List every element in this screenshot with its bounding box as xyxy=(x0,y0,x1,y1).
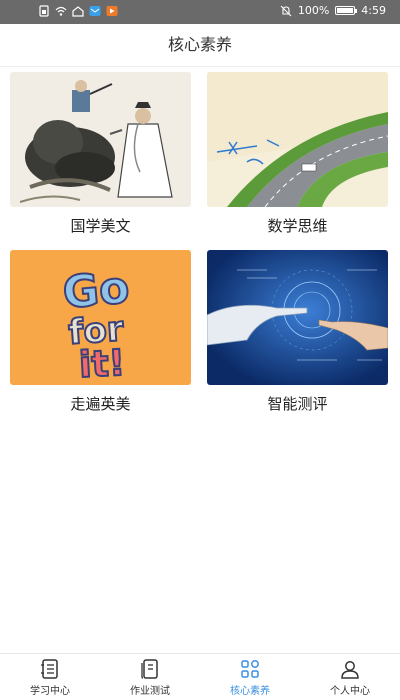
nav-profile[interactable]: 个人中心 xyxy=(300,654,400,700)
bottom-navigation: 学习中心 作业测试 核心素养 个人中心 xyxy=(0,653,400,700)
profile-icon xyxy=(341,660,359,679)
header: 核心素养 xyxy=(0,24,400,67)
nav-study-center[interactable]: 学习中心 xyxy=(0,654,100,700)
nav-core-literacy[interactable]: 核心素养 xyxy=(200,654,300,700)
mute-icon xyxy=(280,5,292,16)
homework-test-icon xyxy=(141,658,158,679)
card-label: 数学思维 xyxy=(267,217,328,235)
robot-human-hands-image xyxy=(207,250,388,385)
app-icon xyxy=(72,6,84,17)
status-icons-left xyxy=(38,5,118,17)
video-icon xyxy=(106,6,118,16)
wifi-icon xyxy=(55,6,67,16)
highway-math-image xyxy=(207,72,388,207)
nav-label: 学习中心 xyxy=(30,685,70,697)
status-bar: 100% 4:59 xyxy=(0,0,400,24)
it-text: it! xyxy=(78,343,126,385)
card-zoubian-yingmei[interactable]: Go for it! 走遍英美 xyxy=(10,250,191,415)
card-label: 国学美文 xyxy=(70,217,131,235)
go-for-it-image: Go for it! xyxy=(10,250,191,385)
nav-label: 核心素养 xyxy=(230,685,270,697)
card-zhineng-ceping[interactable]: 智能测评 xyxy=(207,250,388,415)
page-title: 核心素养 xyxy=(167,35,232,54)
status-icons-right: 100% 4:59 xyxy=(280,4,386,17)
card-guoxue-meiwen[interactable]: 国学美文 xyxy=(10,72,191,237)
mail-icon xyxy=(89,6,101,16)
ink-painting-image xyxy=(10,72,191,207)
battery-percent: 100% xyxy=(297,4,330,17)
core-literacy-icon xyxy=(241,659,259,678)
nav-label: 个人中心 xyxy=(330,685,370,697)
battery-icon xyxy=(335,6,358,15)
card-shuxue-siwei[interactable]: 数学思维 xyxy=(207,72,388,237)
study-center-icon xyxy=(41,658,58,679)
card-label: 智能测评 xyxy=(267,395,328,413)
nav-label: 作业测试 xyxy=(130,685,170,697)
clock: 4:59 xyxy=(361,4,386,17)
sim-icon xyxy=(39,5,49,17)
nav-homework-test[interactable]: 作业测试 xyxy=(100,654,200,700)
card-label: 走遍英美 xyxy=(70,395,131,413)
